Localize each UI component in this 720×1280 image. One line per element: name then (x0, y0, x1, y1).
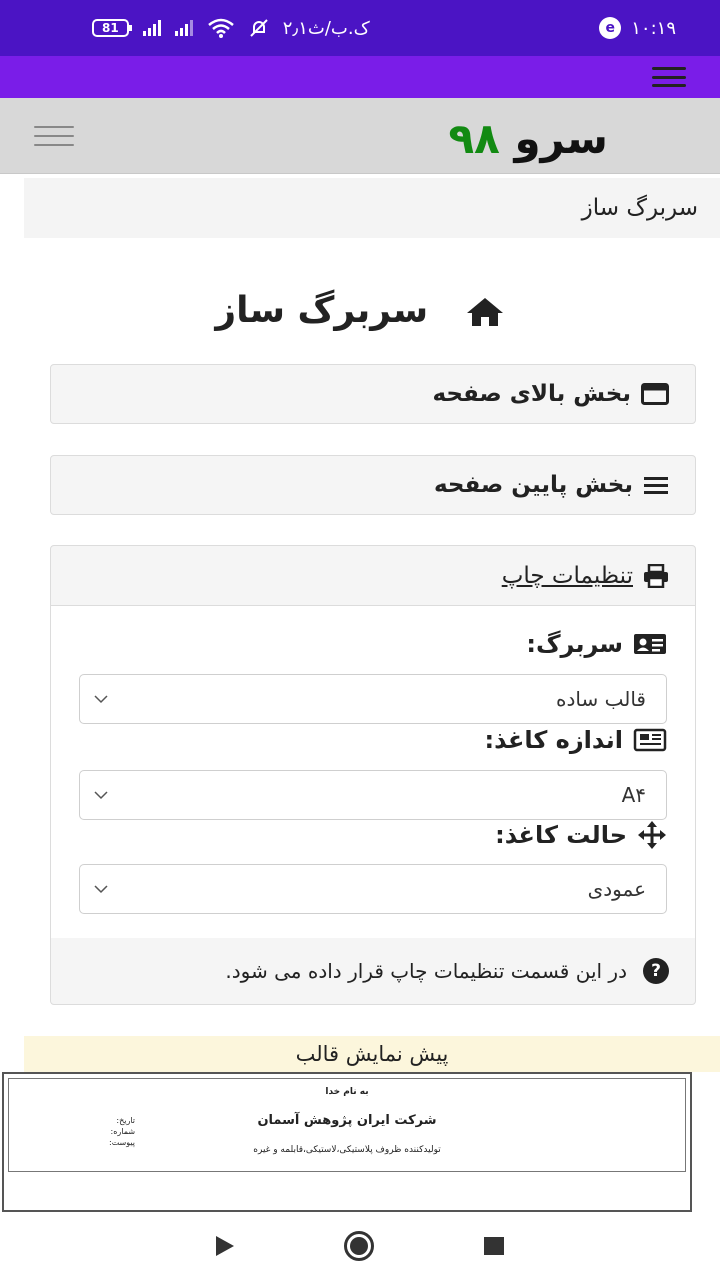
print-icon (644, 563, 668, 588)
id-card-icon (634, 634, 666, 654)
preview-label: پیش نمایش قالب (24, 1036, 720, 1072)
bars-icon (644, 477, 668, 494)
orientation-label-text: حالت کاغذ: (495, 821, 627, 849)
signal-icon (142, 20, 161, 36)
orientation-select[interactable]: عمودی (79, 864, 667, 914)
paper-size-select[interactable]: A۴ (79, 770, 667, 820)
orientation-select-value: عمودی (587, 877, 646, 901)
panel-print-settings: تنظیمات چاپ سربرگ: قالب ساده اندازه کاغذ… (50, 545, 696, 1005)
status-left: 81 ۲٫۱ک.ب/ث (92, 18, 370, 39)
newspaper-icon (633, 728, 667, 752)
letterhead-label: سربرگ: (526, 630, 667, 658)
preview-date-label: تاریخ: (116, 1116, 136, 1125)
signal-icon-2 (174, 20, 193, 36)
bell-off-icon (249, 19, 268, 37)
home-button-icon[interactable] (344, 1231, 374, 1261)
back-icon[interactable] (216, 1236, 234, 1256)
chevron-down-icon (94, 791, 108, 800)
paper-size-select-value: A۴ (621, 783, 646, 807)
help-text: در این قسمت تنظیمات چاپ قرار داده می شود… (225, 959, 627, 983)
top-menu-bar (0, 56, 720, 98)
logo-word: سرو (514, 114, 608, 163)
status-bar: 81 ۲٫۱ک.ب/ث e ۱۰:۱۹ (0, 0, 720, 56)
paper-size-label: اندازه کاغذ: (485, 726, 668, 754)
letterhead-select-value: قالب ساده (556, 687, 646, 711)
letterhead-label-text: سربرگ: (526, 630, 623, 658)
print-settings-help: ? در این قسمت تنظیمات چاپ قرار داده می ش… (51, 938, 695, 1004)
paper-size-label-text: اندازه کاغذ: (484, 726, 624, 754)
header-section-label: بخش بالای صفحه (432, 381, 631, 407)
app-notification-icon: e (599, 17, 622, 39)
window-icon (641, 383, 669, 405)
site-logo[interactable]: سرو ۹۸ (449, 114, 608, 163)
site-navbar: سرو ۹۸ (0, 98, 720, 174)
panel-header-section-title[interactable]: بخش بالای صفحه (51, 365, 695, 423)
panel-header-section[interactable]: بخش بالای صفحه (50, 364, 696, 424)
logo-number: ۹۸ (448, 114, 500, 163)
network-speed: ۲٫۱ک.ب/ث (282, 17, 370, 39)
preview-header-box: به نام خدا شرکت ایران پژوهش آسمان تولیدک… (8, 1078, 686, 1172)
orientation-label: حالت کاغذ: (495, 820, 667, 850)
panel-footer-section-title[interactable]: بخش پایین صفحه (51, 456, 695, 514)
top-menu-icon[interactable] (652, 67, 686, 87)
preview-bismillah: به نام خدا (325, 1087, 369, 1097)
battery-level: 81 (102, 21, 119, 35)
page-title-text: سربرگ ساز (215, 290, 429, 331)
home-icon (466, 298, 503, 326)
preview-meta: تاریخ: شماره: پیوست: (109, 1115, 135, 1148)
arrows-move-icon (638, 821, 666, 849)
letterhead-select[interactable]: قالب ساده (79, 674, 667, 724)
panel-footer-section[interactable]: بخش پایین صفحه (50, 455, 696, 515)
print-settings-link[interactable]: تنظیمات چاپ (502, 563, 633, 589)
app-badge-text: e (605, 20, 616, 36)
wifi-icon (207, 18, 234, 38)
page-title: سربرگ ساز (0, 290, 720, 331)
footer-section-label: بخش پایین صفحه (433, 472, 633, 498)
system-nav-bar (0, 1212, 720, 1280)
recent-apps-icon[interactable] (484, 1237, 504, 1255)
print-settings-form: سربرگ: قالب ساده اندازه کاغذ: A۴ حالت کا… (51, 606, 695, 938)
preview-number-label: شماره: (110, 1127, 136, 1136)
breadcrumb: سربرگ ساز (24, 178, 720, 238)
letterhead-preview: به نام خدا شرکت ایران پژوهش آسمان تولیدک… (2, 1072, 692, 1212)
status-right: e ۱۰:۱۹ (599, 17, 676, 39)
panel-print-settings-title[interactable]: تنظیمات چاپ (51, 546, 695, 606)
chevron-down-icon (94, 695, 108, 704)
question-circle-icon: ? (643, 958, 669, 984)
chevron-down-icon (94, 885, 108, 894)
navbar-toggle-icon[interactable] (34, 126, 74, 146)
battery-icon: 81 (92, 19, 132, 37)
status-time: ۱۰:۱۹ (631, 17, 676, 39)
preview-attachment-label: پیوست: (109, 1138, 136, 1147)
